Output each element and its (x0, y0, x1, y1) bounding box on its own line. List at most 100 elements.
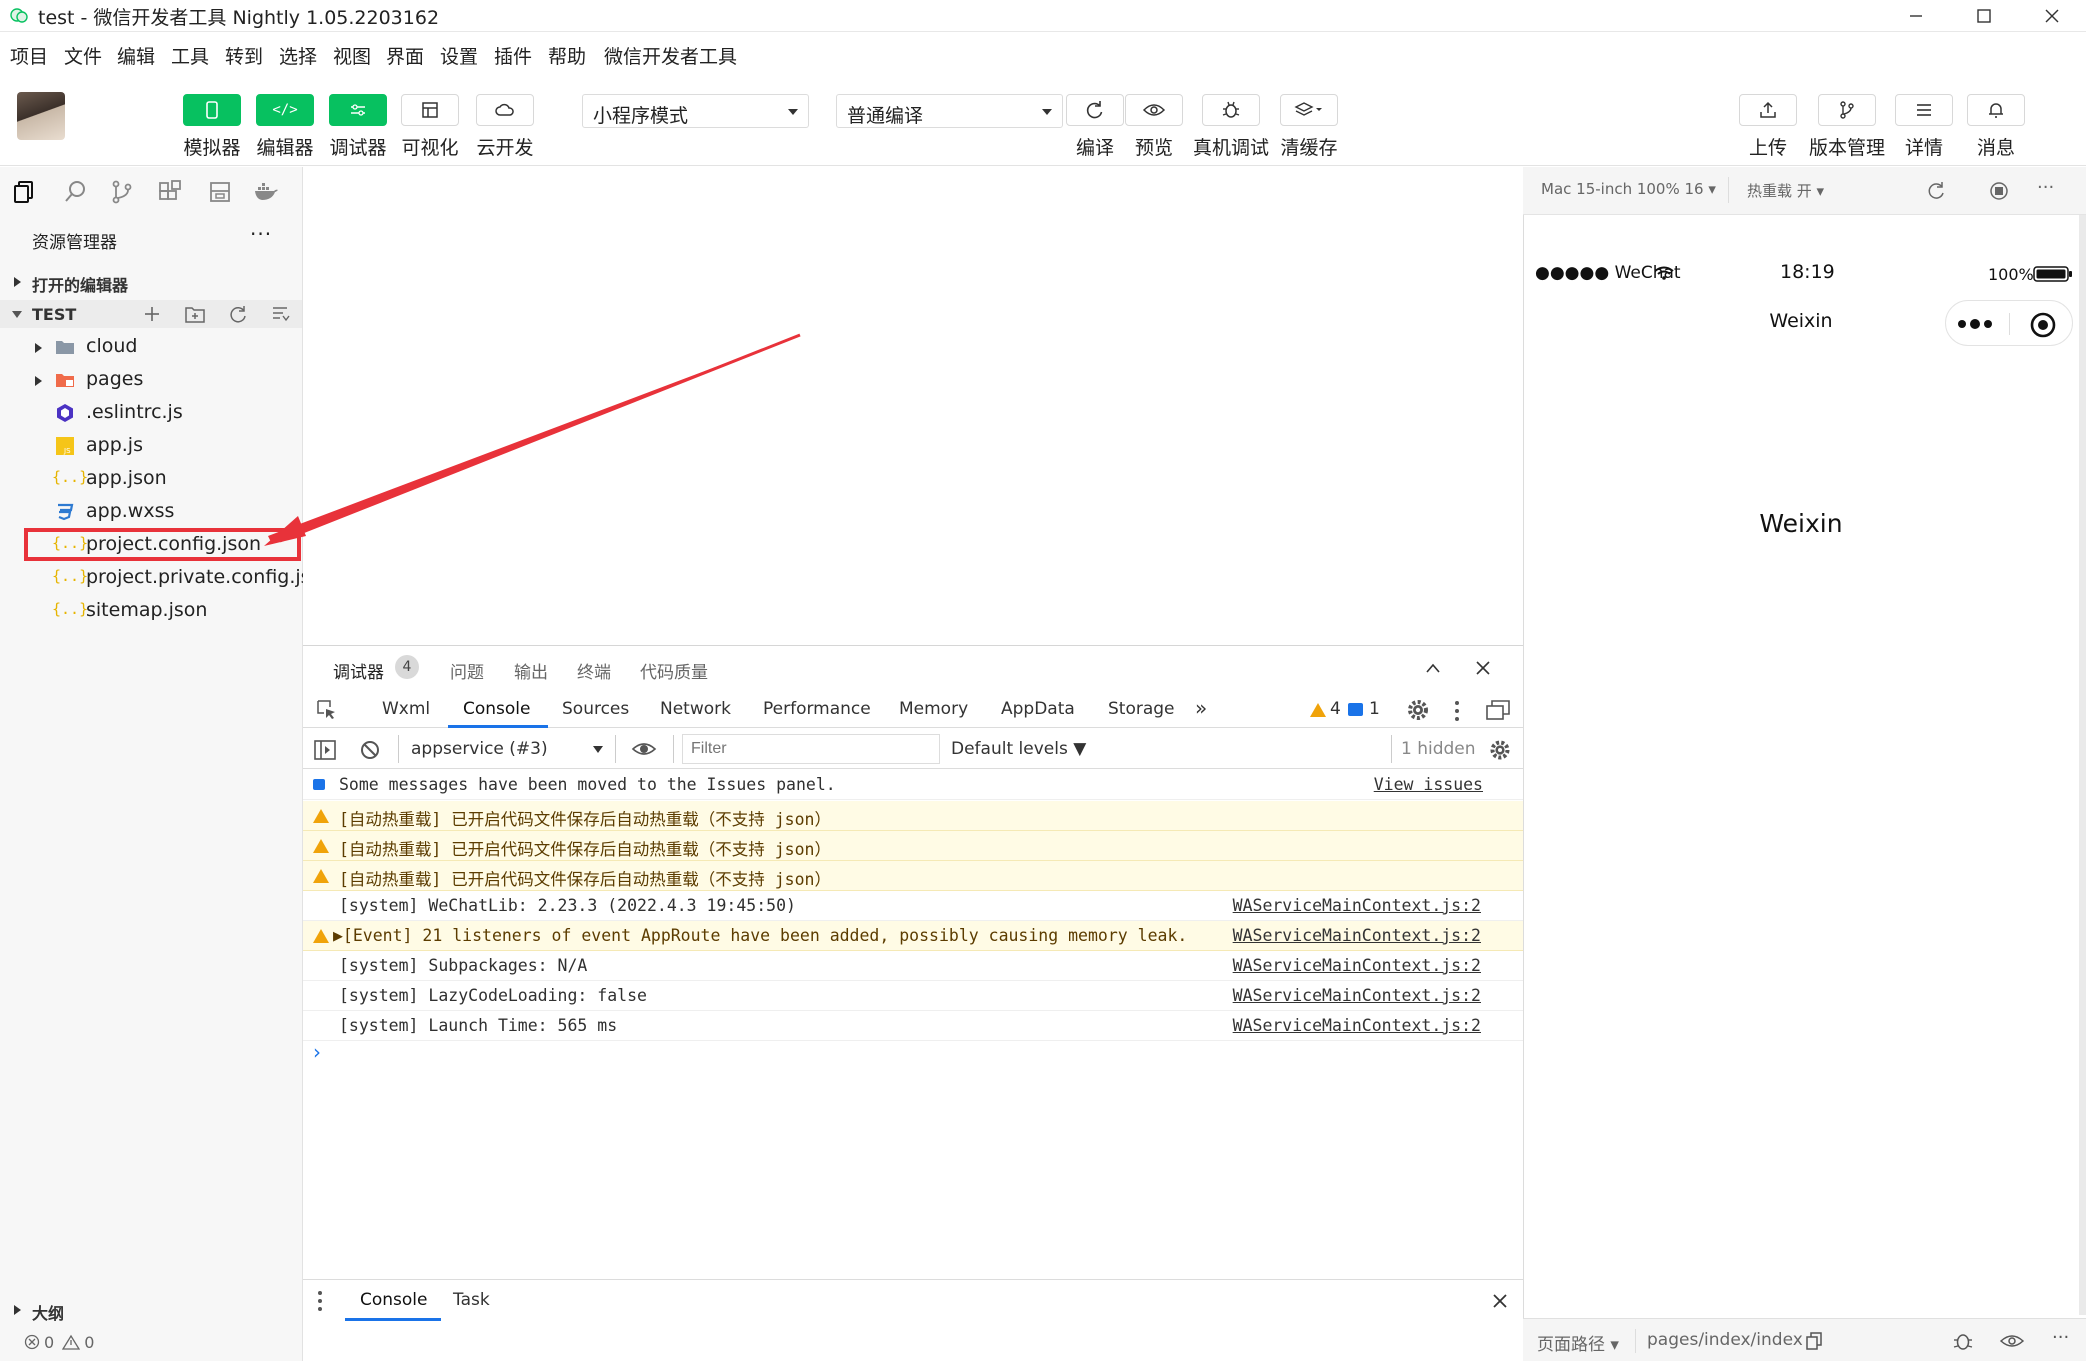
compile-mode-select[interactable]: 普通编译 (836, 94, 1063, 128)
tree-item-pages[interactable]: pages (0, 364, 302, 397)
source-link[interactable]: WAServiceMainContext.js:2 (1233, 956, 1481, 975)
source-link[interactable]: WAServiceMainContext.js:2 (1233, 896, 1481, 915)
info-counter[interactable]: 1 (1369, 699, 1380, 719)
tab-terminal[interactable]: 终端 (577, 658, 611, 683)
tree-item-app-js[interactable]: JS app.js (0, 430, 302, 463)
context-select[interactable]: appservice (#3) (411, 739, 548, 759)
close-drawer-icon[interactable] (1492, 1293, 1508, 1309)
tree-item-eslintrc[interactable]: .eslintrc.js (0, 397, 302, 430)
tab-memory[interactable]: Memory (899, 699, 968, 719)
upload-button[interactable] (1739, 94, 1797, 126)
drawer-menu-icon[interactable] (316, 1290, 324, 1312)
tab-debugger[interactable]: 调试器 (333, 658, 384, 683)
footer-more-icon[interactable]: ··· (2052, 1327, 2069, 1348)
tab-code-quality[interactable]: 代码质量 (640, 658, 708, 683)
menu-help[interactable]: 帮助 (548, 42, 586, 69)
console-warning-line[interactable]: ▶[Event] 21 listeners of event AppRoute … (303, 921, 1523, 951)
kebab-menu-icon[interactable] (1453, 700, 1461, 722)
source-link[interactable]: WAServiceMainContext.js:2 (1233, 1016, 1481, 1035)
tree-item-cloud[interactable]: cloud (0, 331, 302, 364)
page-path-select[interactable]: 页面路径 ▾ (1537, 1330, 1619, 1355)
compile-button[interactable] (1066, 94, 1124, 126)
close-window-button[interactable] (2019, 0, 2085, 32)
menu-interface[interactable]: 界面 (386, 42, 424, 69)
drawer-tab-console[interactable]: Console (360, 1290, 428, 1310)
tab-problems[interactable]: 问题 (450, 658, 484, 683)
real-device-debug-button[interactable] (1202, 94, 1260, 126)
clear-cache-button[interactable] (1280, 94, 1338, 126)
minimize-button[interactable] (1883, 0, 1949, 32)
visual-button[interactable] (401, 94, 459, 126)
more-dots-icon[interactable] (1956, 317, 1996, 331)
extensions-icon[interactable] (156, 178, 184, 206)
search-icon[interactable] (62, 178, 90, 206)
capsule-menu[interactable] (1945, 300, 2073, 346)
tab-console[interactable]: Console (463, 699, 531, 719)
simulator-scrollbar[interactable] (2079, 215, 2086, 1315)
messages-button[interactable] (1967, 94, 2025, 126)
console-settings-gear-icon[interactable] (1489, 739, 1511, 761)
debugger-toggle-button[interactable] (329, 94, 387, 126)
new-file-icon[interactable] (143, 305, 161, 323)
source-link[interactable]: WAServiceMainContext.js:2 (1233, 926, 1481, 945)
log-levels-select[interactable]: Default levels ▼ (951, 739, 1086, 759)
outline-section[interactable]: 大纲 (0, 1296, 302, 1324)
chevron-up-icon[interactable] (1425, 662, 1441, 674)
copy-icon[interactable] (1805, 1331, 1823, 1351)
rotate-icon[interactable] (1925, 180, 1947, 202)
menu-tools[interactable]: 工具 (171, 42, 209, 69)
menu-settings[interactable]: 设置 (440, 42, 478, 69)
dock-side-icon[interactable] (1485, 698, 1511, 722)
tree-item-project-private-config[interactable]: {..} project.private.config.js... (0, 562, 329, 595)
maximize-button[interactable] (1951, 0, 2017, 32)
more-tabs-icon[interactable]: » (1195, 696, 1207, 720)
tab-network[interactable]: Network (660, 699, 731, 719)
simulator-toggle-button[interactable] (183, 94, 241, 126)
cloud-dev-button[interactable] (476, 94, 534, 126)
settings-gear-icon[interactable] (1406, 698, 1430, 722)
version-control-button[interactable] (1818, 94, 1876, 126)
close-miniprogram-icon[interactable] (2029, 311, 2057, 339)
simulator-more-icon[interactable]: ··· (2037, 177, 2054, 198)
debug-bug-icon[interactable] (1951, 1329, 1975, 1353)
status-problems[interactable]: 0 0 (24, 1330, 94, 1354)
refresh-explorer-icon[interactable] (228, 304, 248, 324)
menu-goto[interactable]: 转到 (225, 42, 263, 69)
project-section-header[interactable]: TEST (0, 300, 302, 328)
menu-project[interactable]: 项目 (10, 42, 48, 69)
tab-wxml[interactable]: Wxml (382, 699, 430, 719)
menu-select[interactable]: 选择 (279, 42, 317, 69)
preview-button[interactable] (1125, 94, 1183, 126)
tab-storage[interactable]: Storage (1108, 699, 1175, 719)
files-icon[interactable] (12, 178, 40, 206)
menu-view[interactable]: 视图 (333, 42, 371, 69)
menu-edit[interactable]: 编辑 (117, 42, 155, 69)
sidebar-toggle-icon[interactable] (313, 739, 337, 761)
preview-eye-icon[interactable] (1999, 1333, 2025, 1349)
tree-item-app-wxss[interactable]: app.wxss (0, 496, 302, 529)
menu-devtools[interactable]: 微信开发者工具 (604, 42, 737, 69)
details-button[interactable] (1895, 94, 1953, 126)
avatar[interactable] (17, 92, 65, 140)
tab-sources[interactable]: Sources (562, 699, 629, 719)
stop-record-icon[interactable] (1988, 180, 2010, 202)
storage-icon[interactable] (206, 178, 234, 206)
view-issues-link[interactable]: View issues (1374, 775, 1483, 794)
editor-toggle-button[interactable]: </> (256, 94, 314, 126)
close-panel-icon[interactable] (1475, 660, 1491, 676)
console-prompt[interactable]: › (303, 1040, 1523, 1066)
more-actions-icon[interactable]: ··· (250, 222, 272, 246)
clear-console-icon[interactable] (359, 739, 381, 761)
mode-select[interactable]: 小程序模式 (582, 94, 809, 128)
hot-reload-select[interactable]: 热重载 开 ▾ (1747, 180, 1824, 201)
tab-output[interactable]: 输出 (514, 658, 548, 683)
tab-appdata[interactable]: AppData (1001, 699, 1075, 719)
open-editors-section[interactable]: 打开的编辑器 (0, 268, 302, 296)
tree-item-sitemap[interactable]: {..} sitemap.json (0, 595, 302, 628)
docker-icon[interactable] (252, 178, 280, 206)
live-expression-eye-icon[interactable] (631, 740, 657, 758)
tree-item-app-json[interactable]: {..} app.json (0, 463, 302, 496)
inspect-element-icon[interactable] (315, 698, 337, 720)
new-folder-icon[interactable] (184, 304, 206, 324)
console-filter-input[interactable] (682, 734, 940, 764)
